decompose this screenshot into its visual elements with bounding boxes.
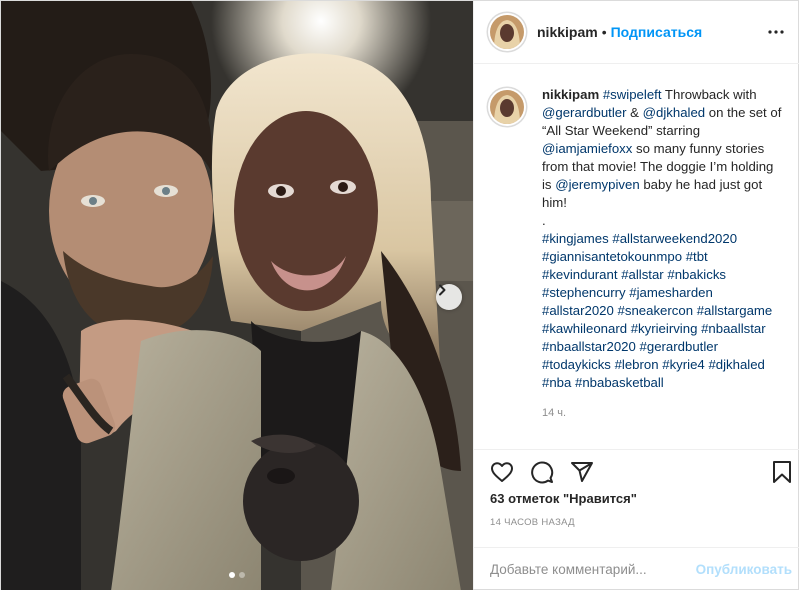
hashtag-link[interactable]: #allstar	[621, 267, 664, 282]
hashtag-link[interactable]: #kawhileonard	[542, 321, 627, 336]
hashtag-link[interactable]: #kyrieirving	[631, 321, 698, 336]
hashtag-link[interactable]: #giannisantetokounmpo	[542, 249, 682, 264]
avatar[interactable]	[490, 15, 524, 49]
comment-icon[interactable]	[530, 460, 554, 484]
hashtag-link[interactable]: #jamesharden	[629, 285, 713, 300]
carousel-dot-active	[229, 572, 235, 578]
carousel-dot	[239, 572, 245, 578]
follow-button[interactable]: Подписаться	[611, 24, 703, 40]
caption-link[interactable]: @gerardbutler	[542, 105, 627, 120]
hashtag-link[interactable]: #gerardbutler	[640, 339, 718, 354]
more-icon[interactable]	[767, 23, 785, 41]
hashtag-link[interactable]: #nba	[542, 375, 571, 390]
hashtag-link[interactable]: #nbaallstar2020	[542, 339, 636, 354]
caption-body: nikkipam #swipeleft Throwback with @gera…	[542, 86, 784, 444]
hashtag-link[interactable]: #kyrie4	[662, 357, 705, 372]
hashtag-link[interactable]: #allstar2020	[542, 303, 614, 318]
hashtag-link[interactable]: #nbaallstar	[701, 321, 766, 336]
share-icon[interactable]	[570, 460, 594, 484]
publish-button[interactable]: Опубликовать	[696, 562, 792, 577]
hashtag-link[interactable]: #allstargame	[697, 303, 773, 318]
post-dialog: nikkipam • Подписаться nikkipam #swipele…	[0, 0, 799, 590]
caption-dot-line: .	[542, 213, 546, 228]
photo-illustration	[1, 1, 473, 590]
post-sidebar: nikkipam • Подписаться nikkipam #swipele…	[473, 1, 799, 589]
caption-link[interactable]: #swipeleft	[603, 87, 662, 102]
post-photo[interactable]	[1, 1, 473, 590]
caption-text-parts: #swipeleft Throwback with @gerardbutler …	[542, 87, 781, 210]
separator-dot: •	[601, 24, 607, 40]
hashtag-link[interactable]: #nbakicks	[667, 267, 726, 282]
caption-text-segment: Throwback with	[661, 87, 757, 102]
comment-input[interactable]	[490, 562, 696, 577]
caption-text: nikkipam #swipeleft Throwback with @gera…	[542, 86, 784, 212]
username-link[interactable]: nikkipam	[537, 24, 598, 40]
hashtag-link[interactable]: #kingjames	[542, 231, 609, 246]
hashtag-link[interactable]: #stephencurry	[542, 285, 626, 300]
chevron-right-icon	[439, 284, 446, 296]
hashtag-link[interactable]: #nbabasketball	[575, 375, 664, 390]
hashtag-link[interactable]: #allstarweekend2020	[612, 231, 737, 246]
hashtag-link[interactable]: #lebron	[615, 357, 659, 372]
caption-timestamp[interactable]: 14 ч.	[542, 404, 784, 422]
hashtag-link[interactable]: #kevindurant	[542, 267, 618, 282]
caption-text-segment: &	[626, 105, 643, 120]
hashtag-link[interactable]: #djkhaled	[708, 357, 764, 372]
avatar-image	[490, 15, 524, 49]
caption-avatar[interactable]	[490, 90, 524, 124]
caption-link[interactable]: @jeremypiven	[555, 177, 639, 192]
bookmark-icon[interactable]	[770, 460, 794, 484]
hashtag-list: #kingjames #allstarweekend2020 #giannisa…	[542, 230, 784, 392]
comment-bar: Опубликовать	[474, 547, 799, 590]
carousel-next-button[interactable]	[436, 284, 462, 310]
avatar-image	[490, 90, 524, 124]
carousel-indicator	[1, 572, 473, 578]
hashtag-link[interactable]: #todaykicks	[542, 357, 611, 372]
caption-link[interactable]: @iamjamiefoxx	[542, 141, 632, 156]
caption-username[interactable]: nikkipam	[542, 87, 599, 102]
like-count[interactable]: 63 отметок "Нравится"	[490, 491, 637, 506]
caption-link[interactable]: @djkhaled	[643, 105, 706, 120]
caption: nikkipam #swipeleft Throwback with @gera…	[474, 64, 799, 444]
action-bar	[474, 449, 799, 493]
hashtag-link[interactable]: #tbt	[686, 249, 708, 264]
hashtag-link[interactable]: #sneakercon	[618, 303, 694, 318]
heart-icon[interactable]	[490, 460, 514, 484]
posted-time[interactable]: 14 ЧАСОВ НАЗАД	[490, 517, 575, 528]
post-header: nikkipam • Подписаться	[474, 1, 799, 64]
